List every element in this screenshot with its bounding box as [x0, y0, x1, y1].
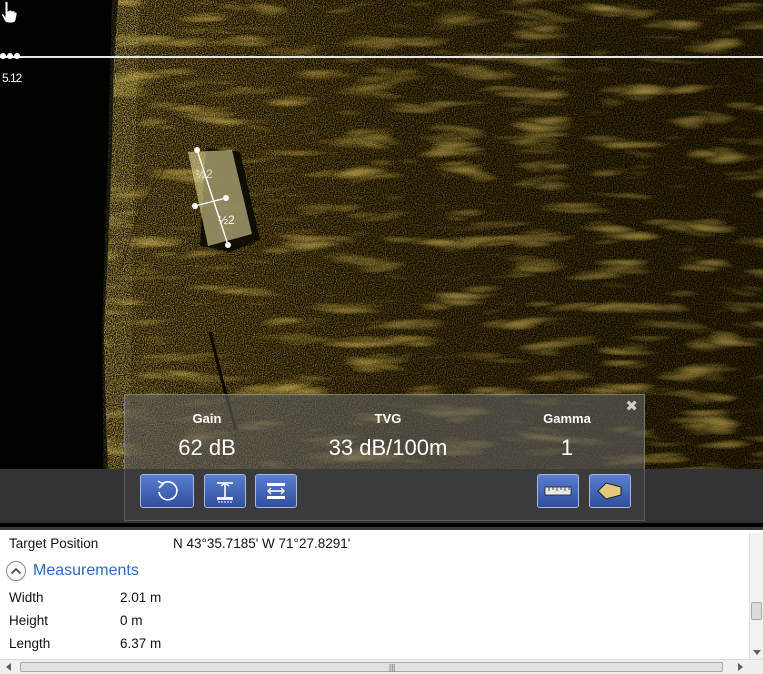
- gain-control[interactable]: Gain 62 dB: [165, 411, 249, 461]
- length-value: 6.37 m: [120, 636, 162, 651]
- vertical-scrollbar[interactable]: [749, 533, 763, 659]
- tvg-control[interactable]: TVG 33 dB/100m: [318, 411, 458, 461]
- tvg-label: TVG: [374, 411, 402, 426]
- horizontal-scrollbar[interactable]: |||: [0, 659, 763, 674]
- polygon-button[interactable]: [589, 474, 631, 508]
- undo-icon: [157, 480, 178, 501]
- gain-label: Gain: [192, 411, 222, 426]
- target-info-pane: Target Position N 43°35.7185' W 71°27.82…: [0, 527, 763, 674]
- polygon-icon: [597, 482, 622, 500]
- close-icon[interactable]: ✖: [625, 397, 638, 415]
- height-value: 0 m: [120, 613, 143, 628]
- width-measure-button[interactable]: [255, 474, 297, 508]
- measurement-row-length: Length 6.37 m: [9, 636, 161, 651]
- ruler-icon: [544, 486, 572, 496]
- measurement-toolbar: [0, 469, 763, 523]
- target-position-row: Target Position N 43°35.7185' W 71°27.82…: [9, 536, 350, 551]
- tvg-value: 33 dB/100m: [328, 435, 448, 460]
- gamma-control[interactable]: Gamma 1: [525, 411, 609, 461]
- horizontal-scroll-thumb[interactable]: |||: [20, 662, 723, 672]
- measurements-title: Measurements: [33, 562, 139, 579]
- toolbar-group: [124, 469, 645, 521]
- measurement-row-width: Width 2.01 m: [9, 590, 161, 605]
- track-line: [0, 56, 763, 58]
- image-adjust-panel: Gain 62 dB TVG 33 dB/100m Gamma 1 ✖: [124, 394, 645, 470]
- target-position-label: Target Position: [9, 536, 99, 551]
- sonar-image-view[interactable]: ½2 ½2 5.12 Gain 62 dB TVG 33 dB/100m Gam…: [0, 0, 763, 523]
- gamma-value: 1: [560, 435, 574, 460]
- width-label: Width: [9, 590, 44, 605]
- measurements-header[interactable]: Measurements: [6, 561, 139, 581]
- grip-icon: |||: [389, 663, 396, 672]
- gamma-label: Gamma: [543, 411, 591, 426]
- target-label-1: ½2: [196, 167, 213, 181]
- gain-value: 62 dB: [178, 435, 236, 460]
- track-label: 5.12: [2, 71, 22, 85]
- scroll-down-icon[interactable]: [753, 650, 761, 655]
- length-label: Length: [9, 636, 51, 651]
- measurement-row-height: Height 0 m: [9, 613, 143, 628]
- vertical-scroll-thumb[interactable]: [751, 602, 762, 620]
- width-value: 2.01 m: [120, 590, 162, 605]
- pointer-hand-icon: [0, 0, 18, 24]
- width-measure-icon: [267, 483, 285, 499]
- height-label: Height: [9, 613, 49, 628]
- chevron-up-icon[interactable]: [6, 561, 26, 581]
- scroll-left-icon[interactable]: [6, 663, 11, 671]
- undo-button[interactable]: [140, 474, 194, 508]
- scroll-right-icon[interactable]: [738, 663, 743, 671]
- height-measure-button[interactable]: [204, 474, 246, 508]
- ruler-button[interactable]: [537, 474, 579, 508]
- target-label-2: ½2: [218, 213, 235, 227]
- track-marker[interactable]: [0, 53, 20, 61]
- height-measure-icon: [217, 482, 233, 503]
- target-position-value: N 43°35.7185' W 71°27.8291': [173, 536, 351, 551]
